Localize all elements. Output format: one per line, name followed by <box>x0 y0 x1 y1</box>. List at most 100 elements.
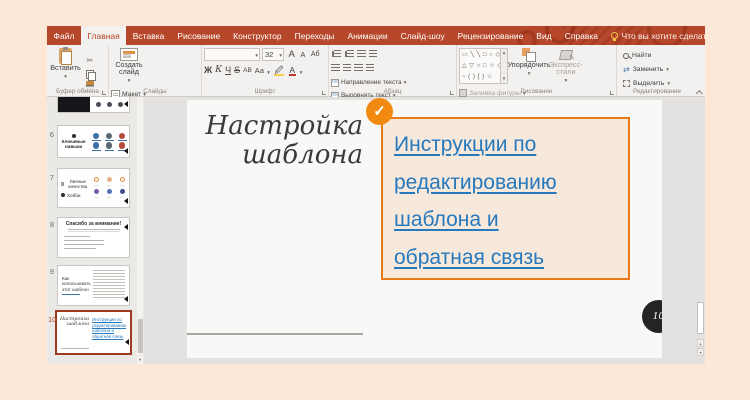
page-number: 10 <box>652 311 662 322</box>
highlight-color-button[interactable]: 🖉 <box>273 65 285 76</box>
arrange-label: Упорядочить <box>507 60 551 69</box>
group-paragraph: Направление текста Выровнять текст Преоб… <box>329 45 457 113</box>
canvas-scrollbar-thumb[interactable] <box>697 302 704 334</box>
bold-button[interactable]: Ж <box>204 65 212 75</box>
thumb9-title: Как использовать этот шаблон <box>62 276 91 292</box>
tab-file[interactable]: Файл <box>47 26 81 45</box>
shrink-font-button[interactable]: А <box>299 50 306 59</box>
collapse-ribbon-icon[interactable] <box>696 89 701 94</box>
tab-design[interactable]: Конструктор <box>227 26 288 45</box>
tab-insert[interactable]: Вставка <box>126 26 171 45</box>
tab-review[interactable]: Рецензирование <box>451 26 530 45</box>
ribbon-tab-bar: Файл Главная Вставка Рисование Конструкт… <box>47 26 705 45</box>
slide-canvas[interactable]: Настройка шаблона Инструкции по редактир… <box>187 100 662 358</box>
audio-icon <box>124 224 128 230</box>
group-editing: Найти Заменить Выделить Редактирование <box>617 45 697 96</box>
find-button[interactable]: Найти <box>623 49 670 62</box>
slide-title-line1: Настройка <box>205 111 363 141</box>
quick-styles-button[interactable]: Экспресс-стили <box>549 47 582 86</box>
slide-title-textbox[interactable]: Настройка шаблона <box>195 112 363 170</box>
tab-transitions[interactable]: Переходы <box>288 26 341 45</box>
dialog-launcher-icon[interactable] <box>102 90 106 95</box>
link-line: Инструкции по <box>394 133 537 156</box>
tab-slideshow[interactable]: Слайд-шоу <box>394 26 451 45</box>
tab-animations[interactable]: Анимации <box>341 26 394 45</box>
cut-icon[interactable] <box>86 50 94 68</box>
audio-icon <box>124 101 128 107</box>
chevron-down-icon <box>300 61 303 79</box>
dialog-launcher-icon[interactable] <box>322 90 326 95</box>
thumb7-subtitle: Хобби <box>67 192 81 198</box>
paste-button[interactable]: Вставить <box>49 46 82 85</box>
select-icon <box>623 80 630 87</box>
clear-formatting-button[interactable]: Аб <box>308 51 322 58</box>
next-slide-icon[interactable] <box>697 348 704 356</box>
slide-title-line2: шаблона <box>242 140 363 170</box>
slide-thumbnail-6[interactable]: Ключевые навыки <box>57 125 130 158</box>
shapes-row: △ ▽ ○ □ ☆ ◇ <box>462 63 501 69</box>
thumb10-link: Инструкции по редактированию шаблона и о… <box>92 317 127 339</box>
thumb8-title: Спасибо за внимание! <box>65 221 122 227</box>
dialog-launcher-icon[interactable] <box>450 90 454 95</box>
decrease-indent-icon[interactable] <box>357 50 366 58</box>
slide-thumbnail-7[interactable]: Личные качества Хобби — — — — — — <box>57 168 130 208</box>
change-case-button[interactable]: Аа <box>255 66 264 75</box>
link-line: обратная связь <box>394 245 545 269</box>
columns-icon[interactable] <box>365 64 374 72</box>
group-label-slides: Слайды <box>143 88 167 95</box>
link-line: редактированию <box>394 170 557 194</box>
replace-button[interactable]: Заменить <box>623 63 670 76</box>
font-name-input[interactable] <box>204 48 260 61</box>
italic-button[interactable]: К <box>215 65 222 75</box>
tab-draw[interactable]: Рисование <box>171 26 227 45</box>
search-icon <box>623 52 629 59</box>
font-size-value: 32 <box>265 50 274 59</box>
tell-me-box[interactable]: Что вы хотите сделать? <box>605 26 705 45</box>
chevron-down-icon <box>565 76 568 86</box>
audio-icon <box>124 148 128 154</box>
replace-icon <box>623 65 630 74</box>
character-spacing-button[interactable]: АВ <box>243 67 252 74</box>
slide-page-number-badge: 10 <box>642 300 662 333</box>
font-size-input[interactable]: 32 <box>262 48 284 61</box>
group-label-editing: Редактирование <box>633 88 681 95</box>
scrollbar-thumb[interactable] <box>137 319 143 353</box>
slide-thumbnail-8[interactable]: Спасибо за внимание! <box>57 217 130 258</box>
grow-font-button[interactable]: А <box>286 49 297 60</box>
template-instructions-link[interactable]: Инструкции по редактированию шаблона и о… <box>394 126 628 276</box>
thumbnail-scroll-down-icon[interactable] <box>137 356 143 364</box>
tab-home[interactable]: Главная <box>80 26 127 45</box>
font-color-button[interactable]: А <box>288 65 297 76</box>
checkmark-badge-icon <box>366 98 393 125</box>
chevron-down-icon <box>64 72 67 82</box>
annotation-highlight-box[interactable]: Инструкции по редактированию шаблона и о… <box>381 117 630 280</box>
shapes-gallery[interactable]: ▭ ╲ ╲ □ ○ ◇ △ ▽ ○ □ ☆ ◇ ~ ( ) { } ☆ <box>459 48 501 84</box>
increase-indent-icon[interactable] <box>368 50 377 58</box>
previous-slide-icon[interactable] <box>697 339 704 347</box>
bullets-icon[interactable] <box>334 50 341 58</box>
dialog-launcher-icon[interactable] <box>610 90 614 95</box>
slide-thumbnail-9[interactable]: Как использовать этот шаблон <box>57 265 130 306</box>
strikethrough-button[interactable]: S <box>234 65 240 75</box>
align-left-icon[interactable] <box>331 64 340 72</box>
audio-icon <box>124 296 128 302</box>
text-direction-label: Направление текста <box>341 79 402 86</box>
slide-thumbnail-10-selected[interactable]: Настройка шаблона Инструкции по редактир… <box>55 310 132 355</box>
find-label: Найти <box>632 52 652 59</box>
thumbnail-scrollbar[interactable] <box>137 97 143 355</box>
group-font: 32 А А Аб Ж К Ч S АВ Аа 🖉 А Шрифт <box>202 45 329 96</box>
slide-thumbnail-5-partial[interactable] <box>57 97 130 113</box>
new-slide-button[interactable]: Создать слайд <box>111 47 147 85</box>
tab-view[interactable]: Вид <box>530 26 558 45</box>
tell-me-label: Что вы хотите сделать? <box>621 30 705 41</box>
numbering-icon[interactable] <box>347 50 354 58</box>
chevron-down-icon <box>404 79 407 86</box>
tab-help[interactable]: Справка <box>558 26 604 45</box>
thumb10-title: Настройка шаблона <box>60 317 90 328</box>
copy-icon[interactable] <box>86 70 96 81</box>
align-right-icon[interactable] <box>354 64 363 72</box>
underline-button[interactable]: Ч <box>225 65 231 75</box>
arrange-button[interactable]: Упорядочить <box>508 47 550 85</box>
ribbon: Вставить Буфер обмена Создать слайд Маке… <box>47 45 705 124</box>
align-center-icon[interactable] <box>342 64 351 72</box>
